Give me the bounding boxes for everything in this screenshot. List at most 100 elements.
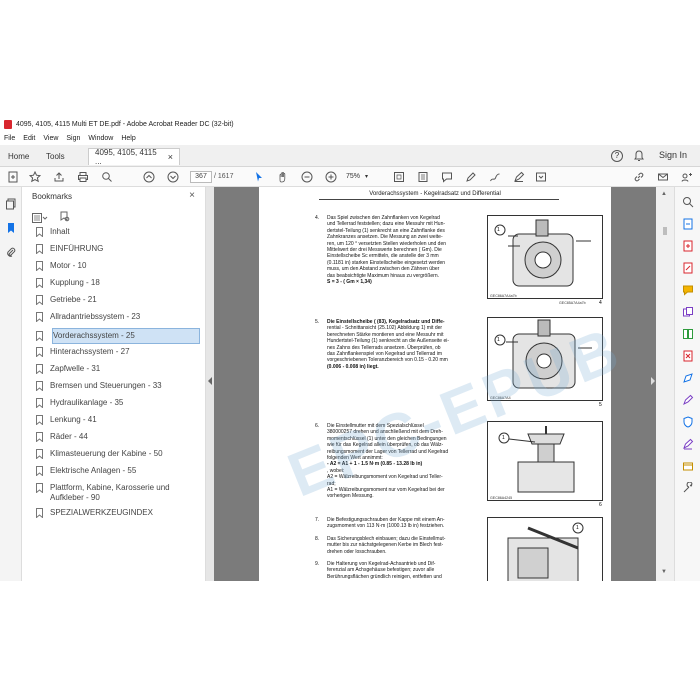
step-text: Das Sicherungsblech einbauen; dazu die E… (327, 536, 446, 555)
bookmark-item[interactable]: Plattform, Kabine, Karosserie und Aufkle… (36, 483, 201, 503)
next-page-icon[interactable] (166, 170, 180, 184)
step-number: 5. (315, 319, 320, 325)
protect-icon[interactable] (682, 415, 694, 428)
send-for-signature-icon[interactable] (682, 437, 694, 450)
figure-number: 6 (599, 502, 602, 508)
organize-pages-icon[interactable] (682, 327, 694, 339)
bookmark-item[interactable]: Elektrische Anlagen - 55 (36, 466, 201, 476)
help-icon[interactable]: ? (611, 150, 623, 162)
scroll-mode-icon[interactable] (416, 170, 430, 184)
bookmark-item[interactable]: Allradantriebssystem - 23 (36, 312, 201, 322)
menu-edit[interactable]: Edit (23, 135, 35, 142)
link-icon[interactable] (632, 170, 646, 184)
bookmark-item[interactable]: Klimasteuerung der Kabine - 50 (36, 449, 201, 459)
fit-page-icon[interactable] (392, 170, 406, 184)
share-icon[interactable] (680, 170, 694, 184)
scroll-up-icon[interactable]: ▲ (661, 191, 667, 197)
figure-callout: 1 (502, 435, 505, 441)
bookmarks-toolbar (22, 205, 205, 225)
previous-page-icon[interactable] (142, 170, 156, 184)
bookmark-item[interactable]: Hydraulikanlage - 35 (36, 398, 201, 408)
close-panel-icon[interactable]: × (189, 190, 195, 201)
bookmark-item[interactable]: EINFÜHRUNG (36, 244, 201, 254)
menu-view[interactable]: View (43, 135, 58, 142)
comment-tool-icon[interactable] (682, 283, 694, 296)
star-icon[interactable] (28, 170, 42, 184)
fill-sign-tool-icon[interactable] (682, 393, 694, 406)
bookmark-panel-icon[interactable] (5, 221, 17, 233)
bookmark-item[interactable]: Getriebe - 21 (36, 295, 201, 305)
fill-sign-icon[interactable] (512, 170, 526, 184)
bookmark-item[interactable]: Räder - 44 (36, 432, 201, 442)
attachment-icon[interactable] (5, 245, 17, 257)
redact-icon[interactable] (682, 371, 694, 383)
document-viewport[interactable]: Vorderachssystem - Kegelradsatz und Diff… (214, 187, 656, 581)
tab-home[interactable]: Home (2, 148, 35, 165)
search-icon[interactable] (100, 170, 114, 184)
vertical-scrollbar[interactable]: ▲ ▼ (656, 187, 674, 581)
bell-icon[interactable] (633, 150, 645, 162)
bookmark-icon (36, 398, 43, 408)
figure-callout: 1 (497, 337, 500, 343)
left-nav-rail (0, 187, 22, 581)
create-pdf-icon[interactable] (6, 170, 20, 184)
figure-callout: 1 (576, 525, 579, 531)
scroll-down-icon[interactable]: ▼ (661, 569, 667, 575)
scroll-thumb[interactable] (663, 227, 667, 235)
tab-document[interactable]: 4095, 4105, 4115 ... × (88, 148, 180, 166)
sign-in-link[interactable]: Sign In (659, 150, 687, 160)
bookmark-item-selected[interactable]: Vorderachssystem - 25 (52, 328, 200, 344)
draw-icon[interactable] (488, 170, 502, 184)
bookmark-label: Bremsen und Steuerungen - 33 (50, 381, 162, 390)
combine-files-icon[interactable] (682, 305, 694, 317)
send-files-icon[interactable] (682, 459, 694, 471)
edit-pdf-icon[interactable] (682, 261, 694, 274)
bookmark-icon (36, 295, 43, 305)
menu-file[interactable]: File (4, 135, 15, 142)
select-cursor-icon[interactable] (252, 170, 266, 184)
create-pdf-tool-icon[interactable] (682, 239, 694, 252)
options-menu-icon[interactable] (32, 210, 48, 223)
bookmark-item[interactable]: Zapfwelle - 31 (36, 364, 201, 374)
bookmark-label: EINFÜHRUNG (50, 244, 104, 253)
upload-icon[interactable] (52, 170, 66, 184)
pdf-page: Vorderachssystem - Kegelradsatz und Diff… (259, 187, 631, 581)
email-icon[interactable] (656, 170, 670, 184)
bookmark-label: Allradantriebssystem - 23 (50, 312, 141, 321)
export-pdf-icon[interactable] (682, 217, 694, 230)
compress-pdf-icon[interactable] (682, 349, 694, 362)
bookmark-search-icon[interactable] (60, 209, 70, 222)
close-tab-icon[interactable]: × (168, 152, 173, 162)
menu-window[interactable]: Window (88, 135, 113, 142)
bookmark-item[interactable]: Bremsen und Steuerungen - 33 (36, 381, 201, 391)
bookmarks-title: Bookmarks (32, 191, 73, 201)
print-icon[interactable] (76, 170, 90, 184)
bookmark-icon (36, 432, 43, 442)
hand-tool-icon[interactable] (276, 170, 290, 184)
search-tool-icon[interactable] (682, 195, 694, 208)
panel-collapse-handle[interactable] (206, 187, 214, 581)
menu-sign[interactable]: Sign (66, 135, 80, 142)
tab-document-label: 4095, 4105, 4115 ... (95, 148, 157, 166)
bookmark-item[interactable]: Hinterachssystem - 27 (36, 347, 201, 357)
page-number-input[interactable]: 367 (190, 171, 212, 183)
bookmark-label: Hydraulikanlage - 35 (50, 398, 124, 407)
bookmark-item[interactable]: Kupplung - 18 (36, 278, 201, 288)
menu-help[interactable]: Help (121, 135, 135, 142)
zoom-in-icon[interactable] (324, 170, 338, 184)
zoom-select[interactable]: 75% ▾ (346, 171, 380, 183)
pages-thumbnail-icon[interactable] (5, 197, 17, 210)
housing-illustration (507, 522, 584, 581)
tab-tools[interactable]: Tools (40, 148, 71, 165)
more-tools-icon[interactable] (534, 170, 548, 184)
zoom-out-icon[interactable] (300, 170, 314, 184)
highlight-pen-icon[interactable] (464, 170, 478, 184)
comment-icon[interactable] (440, 170, 454, 184)
bookmark-item[interactable]: Motor - 10 (36, 261, 201, 271)
bookmark-item[interactable]: SPEZIALWERKZEUGINDEX (36, 508, 201, 518)
bookmark-item[interactable]: Inhalt (36, 227, 201, 237)
bookmark-item[interactable]: Lenkung - 41 (36, 415, 201, 425)
step-text: Die Einstellscheibe ( (83), Kegelradsatz… (327, 319, 450, 370)
more-tools-wrench-icon[interactable] (682, 481, 694, 493)
bookmark-icon (36, 331, 43, 341)
